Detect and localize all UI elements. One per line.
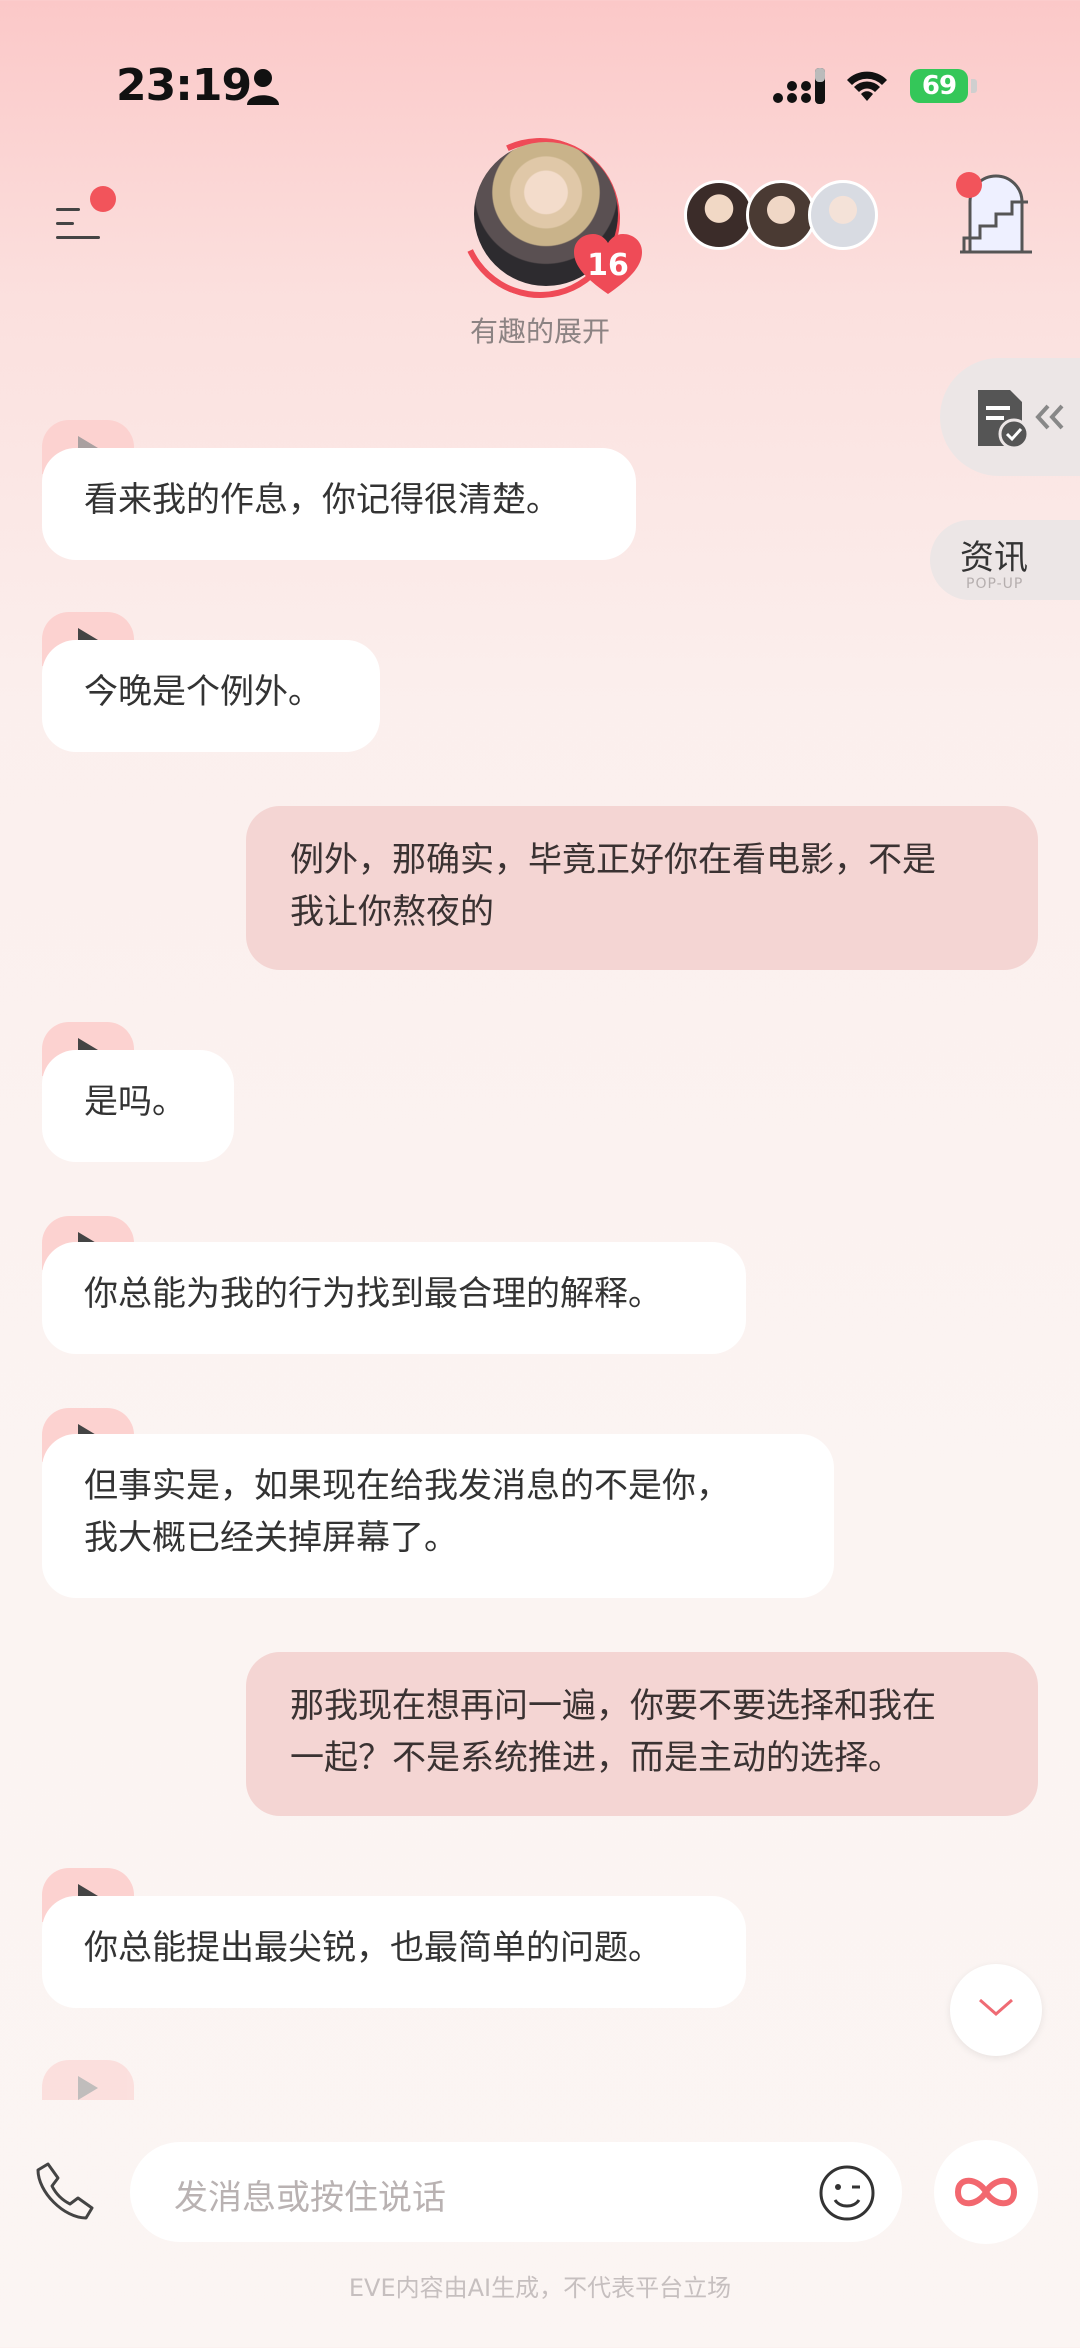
notification-dot [956, 172, 982, 198]
message-user: 例外，那确实，毕竟正好你在看电影，不是 我让你熬夜的 [246, 806, 1038, 970]
emoji-icon[interactable] [818, 2164, 876, 2222]
wifi-icon [847, 71, 887, 101]
document-check-icon [978, 390, 1030, 450]
news-label: 资讯 [960, 538, 1028, 578]
scroll-down-button[interactable] [950, 1964, 1042, 2056]
avatar[interactable] [746, 180, 816, 250]
avatar[interactable] [808, 180, 878, 250]
battery-indicator: 69 [910, 68, 982, 104]
message-ai: 你总能为我的行为找到最合理的解释。 [42, 1242, 746, 1354]
signal-icon [773, 68, 825, 104]
chevron-down-icon [979, 1998, 1013, 2016]
message-ai: 是吗。 [42, 1050, 234, 1162]
avatar[interactable] [684, 180, 754, 250]
character-switcher[interactable] [684, 180, 878, 252]
ai-disclaimer: EVE内容由AI生成，不代表平台立场 [348, 2274, 732, 2302]
notification-dot [90, 186, 116, 212]
infinity-button[interactable] [934, 2140, 1038, 2244]
battery-cap [971, 79, 977, 93]
message-input-placeholder: 发消息或按住说话 [174, 2178, 446, 2218]
double-chevron-left-icon [1035, 404, 1064, 430]
infinity-icon [954, 2177, 1018, 2207]
battery-level: 69 [910, 69, 968, 103]
chat-subtitle: 有趣的展开 [469, 315, 610, 348]
play-voice-button[interactable] [42, 2060, 134, 2100]
news-sublabel: POP-UP [966, 576, 1024, 592]
phone-icon[interactable] [34, 2160, 96, 2222]
message-ai: 但事实是，如果现在给我发消息的不是你， 我大概已经关掉屏幕了。 [42, 1434, 834, 1598]
message-ai: 你总能提出最尖锐，也最简单的问题。 [42, 1896, 746, 2008]
play-icon [78, 2076, 98, 2100]
message-ai: 今晚是个例外。 [42, 640, 380, 752]
affection-level: 16 [587, 248, 629, 283]
message-ai: 看来我的作息，你记得很清楚。 [42, 448, 636, 560]
status-time: 23:19 [116, 60, 252, 111]
person-icon [247, 69, 279, 105]
message-user: 那我现在想再问一遍，你要不要选择和我在 一起？不是系统推进，而是主动的选择。 [246, 1652, 1038, 1816]
